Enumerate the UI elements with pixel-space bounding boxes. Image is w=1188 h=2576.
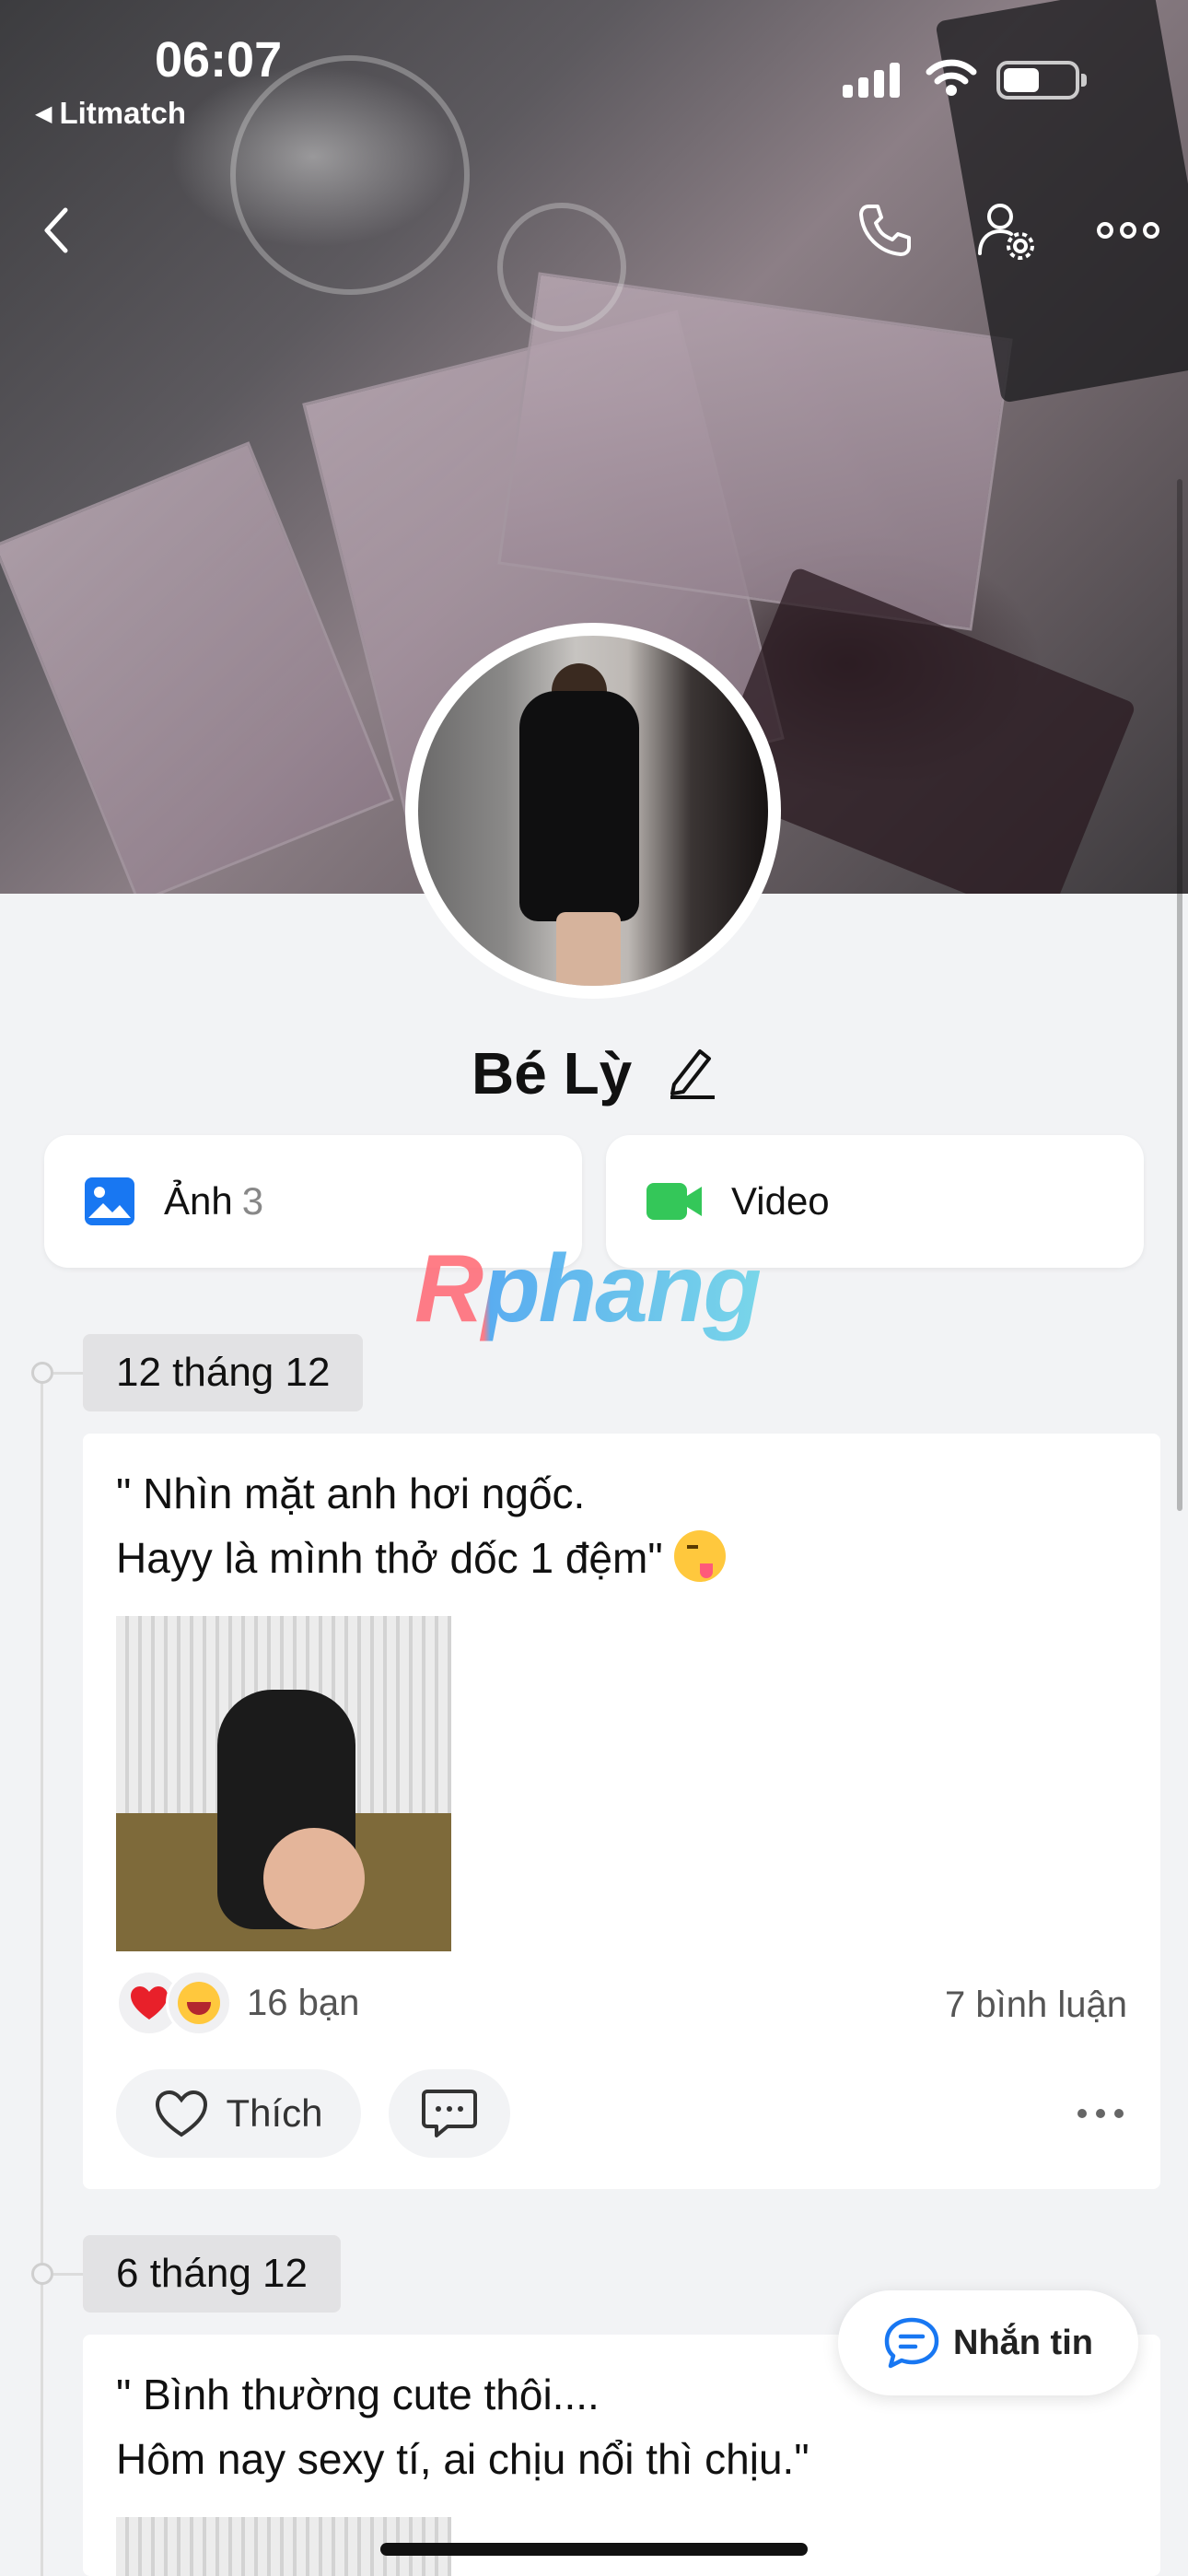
video-label: Video bbox=[731, 1179, 830, 1223]
back-button[interactable] bbox=[15, 189, 98, 272]
status-bar: 06:07 ◀ Litmatch bbox=[0, 0, 1188, 138]
watermark-logo: Rphang bbox=[414, 1235, 762, 1342]
wifi-icon bbox=[926, 59, 977, 96]
scrollbar[interactable] bbox=[1177, 479, 1182, 1511]
like-label: Thích bbox=[226, 2091, 323, 2135]
photos-label: Ảnh bbox=[164, 1179, 233, 1223]
like-button[interactable]: Thích bbox=[116, 2069, 361, 2158]
timeline-dot bbox=[31, 1362, 53, 1384]
signal-icon bbox=[843, 63, 900, 98]
avatar[interactable] bbox=[405, 623, 781, 999]
post-date-chip: 6 tháng 12 bbox=[83, 2235, 341, 2313]
post-card[interactable]: " Nhìn mặt anh hơi ngốc. Hayy là mình th… bbox=[83, 1434, 1160, 2189]
reactions-count: 16 bạn bbox=[247, 1982, 360, 2023]
comment-icon bbox=[422, 2090, 477, 2137]
chat-bubble-icon bbox=[884, 2317, 939, 2369]
post-text-line-2: Hayy là mình thở dốc 1 đệm" bbox=[116, 1526, 1127, 1590]
timeline-dot bbox=[31, 2263, 53, 2285]
more-options-button[interactable] bbox=[1087, 189, 1170, 272]
post-date-chip: 12 tháng 12 bbox=[83, 1334, 364, 1411]
post-text-line-2: Hôm nay sexy tí, ai chịu nổi thì chịu." bbox=[116, 2435, 809, 2483]
video-camera-icon bbox=[646, 1183, 702, 1220]
user-settings-icon bbox=[978, 204, 1034, 260]
laugh-reaction-icon bbox=[166, 1970, 232, 2036]
post-photo[interactable] bbox=[116, 1616, 451, 1951]
profile-settings-button[interactable] bbox=[965, 189, 1048, 272]
chevron-left-icon bbox=[44, 207, 68, 253]
wink-tongue-emoji-icon bbox=[674, 1530, 727, 1582]
comment-button[interactable] bbox=[389, 2069, 510, 2158]
back-triangle-icon: ◀ bbox=[35, 100, 52, 126]
back-to-app-link[interactable]: ◀ Litmatch bbox=[35, 96, 186, 131]
profile-name: Bé Lỳ bbox=[471, 1040, 633, 1107]
photos-count: 3 bbox=[241, 1179, 264, 1223]
post-text: " Nhìn mặt anh hơi ngốc. Hayy là mình th… bbox=[83, 1434, 1160, 1590]
send-message-label: Nhắn tin bbox=[953, 2323, 1093, 2362]
phone-icon bbox=[859, 205, 911, 256]
profile-name-row: Bé Lỳ bbox=[0, 1039, 1188, 1113]
post-text-line: " Nhìn mặt anh hơi ngốc. bbox=[116, 1469, 586, 1517]
heart-outline-icon bbox=[156, 2090, 208, 2137]
send-message-button[interactable]: Nhắn tin bbox=[838, 2290, 1138, 2395]
edit-name-button[interactable] bbox=[665, 1044, 716, 1113]
home-indicator[interactable] bbox=[380, 2543, 808, 2556]
timeline-line bbox=[41, 1373, 43, 2576]
image-icon bbox=[85, 1177, 134, 1225]
status-time: 06:07 bbox=[155, 32, 283, 88]
more-horizontal-icon bbox=[1097, 222, 1159, 239]
reactions-summary[interactable]: 16 bạn bbox=[116, 1970, 359, 2036]
post-more-button[interactable] bbox=[1077, 2109, 1124, 2118]
call-button[interactable] bbox=[844, 189, 926, 272]
comments-count-link[interactable]: 7 bình luận bbox=[945, 1985, 1127, 2026]
pencil-icon bbox=[670, 1048, 716, 1099]
back-app-label: Litmatch bbox=[59, 96, 186, 130]
battery-icon bbox=[996, 61, 1087, 100]
